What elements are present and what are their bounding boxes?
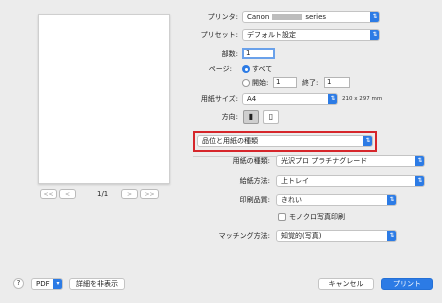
paper-source-popup[interactable]: 上トレイ ⇅ xyxy=(276,175,425,187)
print-button[interactable]: プリント xyxy=(381,278,433,290)
printer-popup[interactable]: Canon series ⇅ xyxy=(242,11,380,23)
media-type-label: 用紙の種類: xyxy=(232,157,270,165)
popup-arrow-icon: ⇅ xyxy=(363,136,372,146)
popup-arrow-icon: ⇅ xyxy=(415,176,424,186)
previous-page-button[interactable]: < xyxy=(59,189,76,199)
pages-range-radio[interactable] xyxy=(242,79,250,87)
pdf-menu-button[interactable]: PDF ▾ xyxy=(31,278,63,290)
print-preview-page xyxy=(38,14,170,184)
pages-to-field[interactable]: 1 xyxy=(324,77,350,88)
paper-source-label: 給紙方法: xyxy=(239,177,270,185)
settings-section-popup[interactable]: 品位と用紙の種類 ⇅ xyxy=(197,135,373,147)
paper-source-value: 上トレイ xyxy=(281,177,309,185)
hide-details-button[interactable]: 詳細を非表示 xyxy=(69,278,125,290)
popup-arrow-icon: ⇅ xyxy=(328,94,337,104)
portrait-person-icon: ▮ xyxy=(248,112,254,121)
popup-arrow-icon: ⇅ xyxy=(387,231,396,241)
settings-section-value: 品位と用紙の種類 xyxy=(202,137,258,145)
pages-label: ページ: xyxy=(208,65,232,73)
matching-method-value: 知覚的(写真) xyxy=(281,232,322,240)
matching-method-popup[interactable]: 知覚的(写真) ⇅ xyxy=(276,230,397,242)
printer-label: プリンタ: xyxy=(207,13,238,21)
paper-size-value: A4 xyxy=(247,95,257,103)
popup-arrow-icon: ⇅ xyxy=(387,195,396,205)
copies-field[interactable]: 1 xyxy=(242,48,275,59)
print-quality-popup[interactable]: きれい ⇅ xyxy=(276,194,397,206)
pages-all-label: すべて xyxy=(252,65,273,73)
cancel-button[interactable]: キャンセル xyxy=(318,278,374,290)
printer-model-redacted xyxy=(272,14,303,20)
pages-from-label: 開始: xyxy=(252,79,269,87)
first-page-button[interactable]: << xyxy=(40,189,57,199)
preset-value: デフォルト設定 xyxy=(247,31,296,39)
preset-label: プリセット: xyxy=(200,31,238,39)
grayscale-photo-label: モノクロ写真印刷 xyxy=(289,213,345,221)
print-quality-value: きれい xyxy=(281,196,302,204)
page-count: 1/1 xyxy=(97,190,109,198)
copies-label: 部数: xyxy=(221,50,238,58)
printer-name-suffix: series xyxy=(305,13,327,21)
popup-arrow-icon: ⇅ xyxy=(370,30,379,40)
pages-to-label: 終了: xyxy=(302,79,319,87)
grayscale-photo-checkbox[interactable] xyxy=(278,213,286,221)
popup-arrow-icon: ⇅ xyxy=(415,156,424,166)
last-page-button[interactable]: >> xyxy=(140,189,159,199)
next-page-button[interactable]: > xyxy=(121,189,138,199)
chevron-down-icon: ▾ xyxy=(53,279,62,289)
media-type-popup[interactable]: 光沢プロ プラチナグレード ⇅ xyxy=(276,155,425,167)
matching-method-label: マッチング方法: xyxy=(218,232,270,240)
preset-popup[interactable]: デフォルト設定 ⇅ xyxy=(242,29,380,41)
paper-size-dimensions: 210 x 297 mm xyxy=(342,96,383,102)
orientation-landscape-button[interactable]: ▯ xyxy=(263,110,279,124)
pages-from-field[interactable]: 1 xyxy=(273,77,297,88)
pages-all-radio[interactable] xyxy=(242,65,250,73)
orientation-portrait-button[interactable]: ▮ xyxy=(243,110,259,124)
popup-arrow-icon: ⇅ xyxy=(370,12,379,22)
landscape-person-icon: ▯ xyxy=(268,112,274,121)
printer-name-prefix: Canon xyxy=(247,13,270,21)
pdf-label: PDF xyxy=(36,280,50,288)
help-button[interactable]: ? xyxy=(13,278,24,289)
print-quality-label: 印刷品質: xyxy=(239,196,270,204)
media-type-value: 光沢プロ プラチナグレード xyxy=(281,157,368,165)
paper-size-label: 用紙サイズ: xyxy=(200,95,238,103)
orientation-label: 方向: xyxy=(221,113,238,121)
paper-size-popup[interactable]: A4 ⇅ xyxy=(242,93,338,105)
